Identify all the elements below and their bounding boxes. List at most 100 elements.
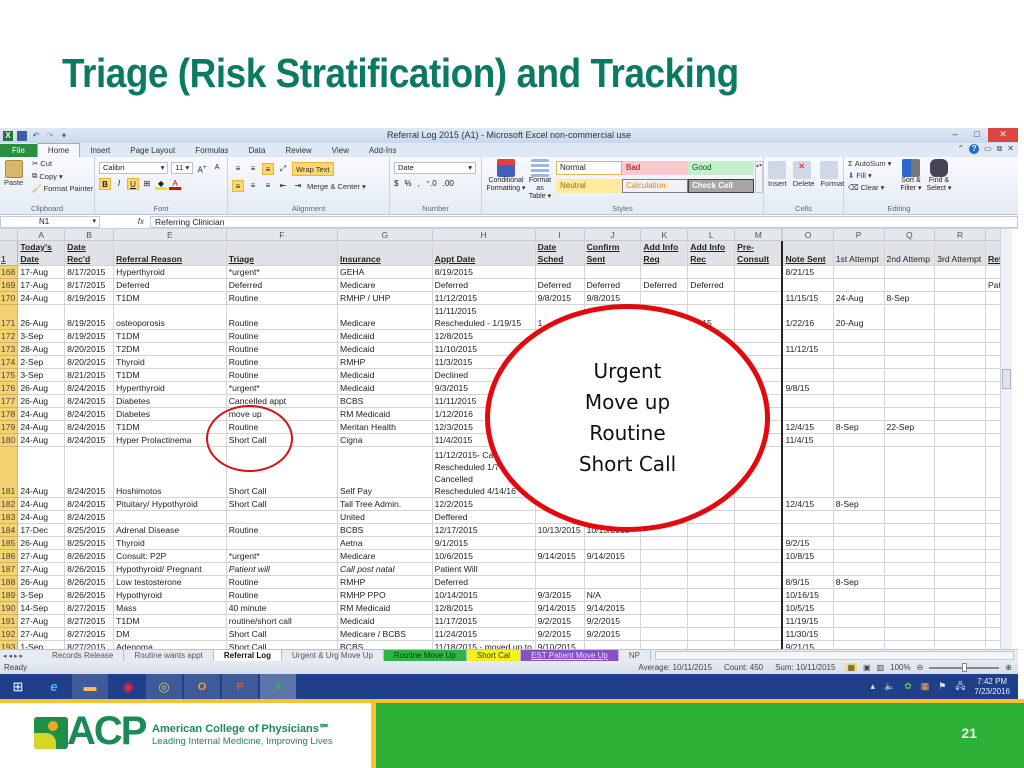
cell-style-good[interactable]: Good: [688, 161, 754, 175]
cell-style-bad[interactable]: Bad: [622, 161, 688, 175]
volume-icon[interactable]: 🔈: [884, 681, 895, 692]
cell-style-calculation[interactable]: Calculation: [622, 179, 688, 193]
cell[interactable]: [934, 614, 986, 628]
cell[interactable]: 10/5/15: [781, 601, 834, 615]
sheet-nav-arrows[interactable]: ◂◂▸▸: [0, 652, 42, 660]
help-icon[interactable]: ?: [969, 144, 980, 154]
cell[interactable]: 8/19/2015: [432, 265, 536, 279]
align-top-icon[interactable]: ≡: [232, 163, 244, 175]
sheet-tab-urgent-urg-move-up[interactable]: Urgent & Urg Move Up: [282, 650, 384, 661]
cell[interactable]: [734, 510, 783, 524]
increase-indent-icon[interactable]: ⇥: [292, 180, 304, 192]
borders-icon[interactable]: ⊞: [141, 178, 153, 190]
page-layout-view-icon[interactable]: ▣: [863, 663, 871, 672]
cell[interactable]: Meritan Health: [337, 420, 433, 434]
excel-taskbar-icon[interactable]: X: [260, 674, 296, 699]
ribbon-tab-formulas[interactable]: Formulas: [185, 144, 238, 157]
cell[interactable]: [884, 368, 936, 382]
cell[interactable]: [781, 394, 834, 408]
column-header[interactable]: E: [113, 229, 227, 241]
cell[interactable]: 9/14/2015: [535, 601, 585, 615]
currency-button[interactable]: $: [394, 179, 398, 188]
cell[interactable]: 9/2/2015: [584, 614, 642, 628]
conditional-formatting-button[interactable]: Conditional Formatting ▾: [486, 159, 526, 193]
cell[interactable]: [687, 601, 736, 615]
align-left-icon[interactable]: ≡: [232, 180, 244, 192]
ribbon-tab-page-layout[interactable]: Page Layout: [120, 144, 185, 157]
column-title[interactable]: Referral Reason: [113, 240, 227, 266]
cell[interactable]: [934, 368, 986, 382]
percent-button[interactable]: %: [404, 179, 411, 188]
cell[interactable]: [781, 368, 834, 382]
sheet-tab-routine-move-up[interactable]: Routine Move Up: [383, 650, 467, 661]
ribbon-tab-data[interactable]: Data: [239, 144, 276, 157]
cell[interactable]: Patient Will: [432, 562, 536, 576]
cell[interactable]: Deferred: [432, 278, 536, 292]
cell[interactable]: Deferred: [584, 278, 642, 292]
cell[interactable]: 24-Aug: [17, 291, 66, 305]
cell[interactable]: [687, 588, 736, 602]
copy-button[interactable]: ⧉ Copy ▾: [32, 171, 93, 181]
cell[interactable]: [226, 510, 339, 524]
cell[interactable]: 11/19/15: [781, 614, 834, 628]
column-header[interactable]: F: [226, 229, 339, 241]
cell[interactable]: 8/9/15: [781, 575, 834, 589]
cell[interactable]: 8-Sep: [833, 575, 885, 589]
cell[interactable]: 9/2/2015: [535, 627, 585, 641]
cell[interactable]: 17-Dec: [17, 523, 66, 537]
cell[interactable]: [584, 575, 642, 589]
zoom-in-button[interactable]: ⊕: [1005, 663, 1012, 672]
cell[interactable]: 3-Sep: [17, 368, 66, 382]
cell[interactable]: T1DM: [113, 368, 227, 382]
paste-button[interactable]: Paste: [4, 160, 23, 187]
cell[interactable]: [584, 536, 642, 550]
zoom-slider-knob[interactable]: [962, 662, 968, 672]
row-header[interactable]: 1: [0, 240, 19, 266]
ribbon-tab-review[interactable]: Review: [275, 144, 321, 157]
cell[interactable]: [781, 407, 834, 421]
align-center-icon[interactable]: ≡: [247, 180, 259, 192]
cell[interactable]: 8/26/2015: [64, 549, 115, 563]
cell[interactable]: RMHP PPO: [337, 588, 433, 602]
column-title[interactable]: Today's Date: [17, 240, 66, 266]
cell[interactable]: [833, 394, 885, 408]
cell[interactable]: [934, 342, 986, 356]
cell[interactable]: Deferred: [113, 278, 227, 292]
cell[interactable]: [734, 291, 783, 305]
cell[interactable]: 8/26/2015: [64, 575, 115, 589]
cell[interactable]: 3-Sep: [17, 588, 66, 602]
internet-explorer-icon[interactable]: e: [36, 674, 72, 699]
row-header[interactable]: 188: [0, 575, 19, 589]
format-painter-button[interactable]: 🖌 Format Painter: [32, 184, 93, 193]
cell[interactable]: [833, 614, 885, 628]
chrome-icon[interactable]: ◉: [110, 674, 146, 699]
column-title[interactable]: Pre-Consult: [734, 240, 783, 266]
merge-center-button[interactable]: Merge & Center ▾: [307, 182, 366, 191]
page-break-view-icon[interactable]: ▥: [877, 663, 885, 672]
cell[interactable]: 9/14/2015: [584, 549, 642, 563]
powerpoint-icon[interactable]: P: [222, 674, 258, 699]
cell[interactable]: Medicaid: [337, 329, 433, 343]
cell[interactable]: 10/6/2015: [432, 549, 536, 563]
cell[interactable]: 9/14/2015: [584, 601, 642, 615]
cell[interactable]: [734, 549, 783, 563]
column-header[interactable]: A: [17, 229, 66, 241]
column-header[interactable]: L: [687, 229, 736, 241]
clock[interactable]: 7:42 PM 7/23/2016: [974, 677, 1010, 697]
action-center-flag-icon[interactable]: ⚑: [938, 681, 946, 692]
cell[interactable]: Call post natal: [337, 562, 433, 576]
cell[interactable]: 26-Aug: [17, 536, 66, 550]
cell[interactable]: Medicare: [337, 278, 433, 292]
cell[interactable]: [781, 562, 834, 576]
cell[interactable]: 28-Aug: [17, 342, 66, 356]
cell[interactable]: 8/24/2015: [64, 510, 115, 524]
cell[interactable]: [833, 329, 885, 343]
column-title[interactable]: Triage: [226, 240, 339, 266]
cell[interactable]: T2DM: [113, 342, 227, 356]
cell[interactable]: 8/26/2015: [64, 562, 115, 576]
scrollbar-thumb[interactable]: [1002, 369, 1011, 389]
italic-button[interactable]: I: [113, 178, 125, 190]
cell[interactable]: 8/25/2015: [64, 536, 115, 550]
cell[interactable]: 8/24/2015: [64, 394, 115, 408]
cell[interactable]: [884, 497, 936, 511]
